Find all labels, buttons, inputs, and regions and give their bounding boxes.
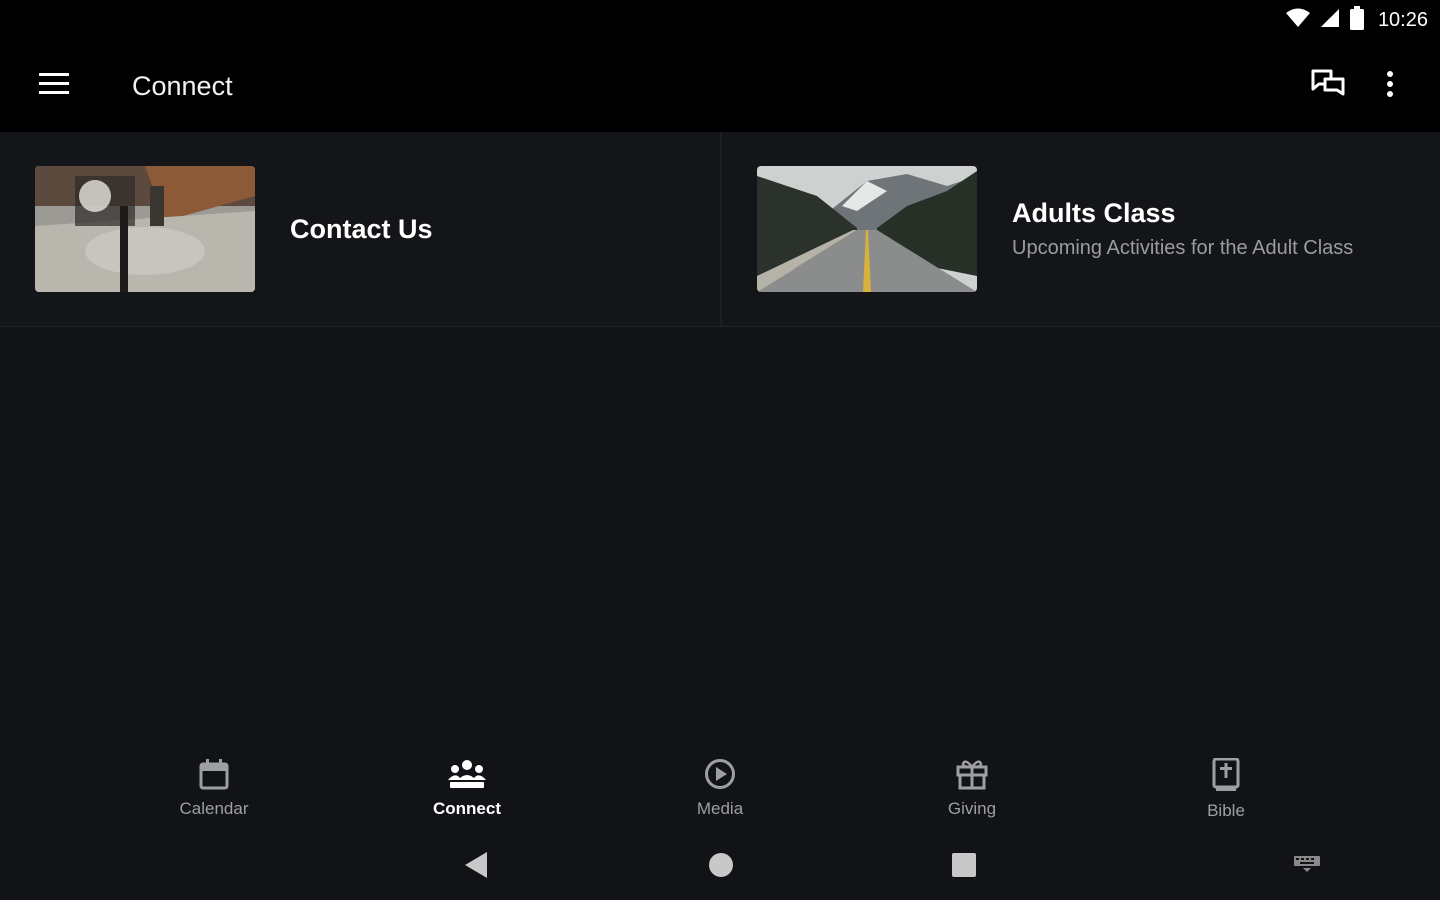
home-icon[interactable] — [708, 852, 734, 883]
mountain-road-photo — [757, 166, 977, 292]
card-contact-us[interactable]: Contact Us — [0, 132, 720, 326]
card-title: Contact Us — [290, 213, 433, 244]
recents-icon[interactable] — [951, 852, 977, 883]
content-area: Contact Us Adults Class Upcoming Activit — [0, 132, 1440, 744]
more-options-button[interactable] — [1366, 62, 1414, 110]
status-bar: 10:26 — [0, 0, 1440, 40]
menu-button[interactable] — [32, 64, 76, 108]
back-icon[interactable] — [463, 851, 489, 884]
chat-button[interactable] — [1304, 62, 1352, 110]
play-circle-icon — [704, 758, 736, 795]
nav-label: Calendar — [179, 799, 249, 818]
people-icon — [448, 758, 486, 795]
battery-icon — [1349, 5, 1364, 35]
living-room-photo — [35, 166, 255, 292]
hamburger-menu-icon — [39, 72, 69, 100]
calendar-icon — [198, 758, 230, 795]
card-adults-class[interactable]: Adults Class Upcoming Activities for the… — [720, 132, 1440, 326]
nav-bible[interactable]: Bible — [1166, 757, 1286, 822]
card-subtitle: Upcoming Activities for the Adult Class — [1012, 237, 1354, 259]
bible-icon — [1212, 757, 1240, 797]
bottom-navigation: Calendar Connect Media Giving Bible — [0, 744, 1440, 830]
gift-icon — [955, 758, 989, 795]
chat-icon — [1311, 69, 1345, 104]
nav-connect[interactable]: Connect — [407, 758, 527, 822]
nav-label: Giving — [947, 799, 997, 818]
nav-media[interactable]: Media — [660, 758, 780, 822]
page-title: Connect — [132, 70, 233, 101]
app-bar: Connect — [0, 40, 1440, 132]
more-vert-icon — [1386, 70, 1394, 102]
nav-label: Bible — [1207, 801, 1245, 820]
keyboard-icon[interactable] — [1294, 856, 1320, 877]
nav-calendar[interactable]: Calendar — [154, 758, 274, 822]
card-list: Contact Us Adults Class Upcoming Activit — [0, 132, 1440, 327]
status-time: 10:26 — [1377, 8, 1428, 31]
nav-label: Connect — [433, 799, 501, 818]
nav-label: Media — [696, 799, 744, 818]
card-title: Adults Class — [1012, 198, 1176, 228]
nav-giving[interactable]: Giving — [912, 758, 1032, 822]
cellular-signal-icon — [1320, 8, 1340, 33]
wifi-icon — [1285, 8, 1310, 33]
system-navigation-bar — [0, 830, 1440, 900]
